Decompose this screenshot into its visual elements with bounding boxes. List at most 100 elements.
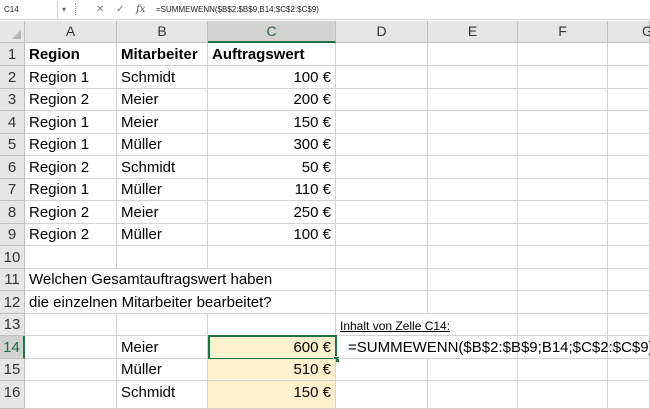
cell-d4[interactable] <box>336 111 428 134</box>
cell-e8[interactable] <box>428 201 518 224</box>
cell-a14[interactable] <box>25 336 117 359</box>
row-header-8[interactable]: 8 <box>0 201 25 224</box>
cell-a7[interactable]: Region 1 <box>25 179 117 201</box>
cell-d13[interactable]: Inhalt von Zelle C14: <box>336 314 450 336</box>
cell-g7[interactable] <box>608 179 650 201</box>
cell-a9[interactable]: Region 2 <box>25 224 117 246</box>
cell-c15[interactable]: 510 € <box>208 359 336 381</box>
cell-g15[interactable] <box>608 359 650 381</box>
row-header-2[interactable]: 2 <box>0 66 25 89</box>
cell-c13[interactable] <box>208 314 336 336</box>
row-header-10[interactable]: 10 <box>0 246 25 269</box>
cell-a15[interactable] <box>25 359 117 381</box>
cell-b15[interactable]: Müller <box>117 359 208 381</box>
cell-g13[interactable] <box>608 314 650 336</box>
insert-function-icon[interactable]: fx <box>136 2 145 17</box>
row-header-1[interactable]: 1 <box>0 43 25 66</box>
cancel-icon[interactable]: ✕ <box>96 2 104 17</box>
row-header-5[interactable]: 5 <box>0 134 25 156</box>
cell-g9[interactable] <box>608 224 650 246</box>
cell-g11[interactable] <box>608 269 650 291</box>
cell-b6[interactable]: Schmidt <box>117 156 208 179</box>
cell-b14[interactable]: Meier <box>117 336 208 359</box>
column-header-a[interactable]: A <box>25 21 117 43</box>
cell-b1[interactable]: Mitarbeiter <box>117 43 208 66</box>
cell-c7[interactable]: 110 € <box>208 179 336 201</box>
cell-e1[interactable] <box>428 43 518 66</box>
cell-f8[interactable] <box>518 201 608 224</box>
cell-f7[interactable] <box>518 179 608 201</box>
cell-g1[interactable] <box>608 43 650 66</box>
cell-g2[interactable] <box>608 66 650 89</box>
column-header-c[interactable]: C <box>208 21 336 43</box>
cell-b8[interactable]: Meier <box>117 201 208 224</box>
cell-f10[interactable] <box>518 246 608 269</box>
cell-c4[interactable]: 150 € <box>208 111 336 134</box>
cell-d10[interactable] <box>336 246 428 269</box>
cell-f13[interactable] <box>518 314 608 336</box>
cell-g3[interactable] <box>608 89 650 111</box>
cell-g6[interactable] <box>608 156 650 179</box>
column-header-d[interactable]: D <box>336 21 428 43</box>
cell-f15[interactable] <box>518 359 608 381</box>
cell-a12[interactable]: die einzelnen Mitarbeiter bearbeitet? <box>25 291 336 314</box>
cell-d11[interactable] <box>336 269 428 291</box>
cell-d2[interactable] <box>336 66 428 89</box>
cell-d6[interactable] <box>336 156 428 179</box>
cell-e10[interactable] <box>428 246 518 269</box>
cell-e15[interactable] <box>428 359 518 381</box>
cell-c8[interactable]: 250 € <box>208 201 336 224</box>
cell-d12[interactable] <box>336 291 428 314</box>
cell-b7[interactable]: Müller <box>117 179 208 201</box>
cell-c1[interactable]: Auftragswert <box>208 43 336 66</box>
chevron-down-icon[interactable]: ▾ <box>62 2 66 17</box>
column-header-g[interactable]: G <box>608 21 650 43</box>
cell-a11[interactable]: Welchen Gesamtauftragswert haben <box>25 269 336 291</box>
row-header-7[interactable]: 7 <box>0 179 25 201</box>
cell-f2[interactable] <box>518 66 608 89</box>
cell-d8[interactable] <box>336 201 428 224</box>
cell-c6[interactable]: 50 € <box>208 156 336 179</box>
cell-b3[interactable]: Meier <box>117 89 208 111</box>
cell-e5[interactable] <box>428 134 518 156</box>
cell-d14[interactable]: =SUMMEWENN($B$2:$B$9;B14;$C$2:$C$9) <box>338 336 650 359</box>
cell-f1[interactable] <box>518 43 608 66</box>
cell-f4[interactable] <box>518 111 608 134</box>
cell-c14[interactable]: 600 € <box>208 335 337 360</box>
cell-e12[interactable] <box>428 291 518 314</box>
cell-c10[interactable] <box>208 246 336 269</box>
row-header-13[interactable]: 13 <box>0 314 25 336</box>
row-header-4[interactable]: 4 <box>0 111 25 134</box>
cell-a6[interactable]: Region 2 <box>25 156 117 179</box>
cell-d16[interactable] <box>336 381 428 409</box>
cell-b2[interactable]: Schmidt <box>117 66 208 89</box>
formula-input[interactable]: =SUMMEWENN($B$2:$B$9;B14;$C$2:$C$9) <box>156 1 319 18</box>
row-header-16[interactable]: 16 <box>0 381 25 409</box>
cell-b13[interactable] <box>117 314 208 336</box>
select-all-button[interactable] <box>0 21 25 43</box>
cell-f6[interactable] <box>518 156 608 179</box>
row-header-15[interactable]: 15 <box>0 359 25 381</box>
cell-g12[interactable] <box>608 291 650 314</box>
column-header-b[interactable]: B <box>117 21 208 43</box>
cell-g16[interactable] <box>608 381 650 409</box>
cell-e9[interactable] <box>428 224 518 246</box>
row-header-9[interactable]: 9 <box>0 224 25 246</box>
column-header-f[interactable]: F <box>518 21 608 43</box>
cell-e11[interactable] <box>428 269 518 291</box>
cell-d3[interactable] <box>336 89 428 111</box>
row-header-3[interactable]: 3 <box>0 89 25 111</box>
cell-e4[interactable] <box>428 111 518 134</box>
cell-d5[interactable] <box>336 134 428 156</box>
cell-f11[interactable] <box>518 269 608 291</box>
cell-a13[interactable] <box>25 314 117 336</box>
cell-f5[interactable] <box>518 134 608 156</box>
cell-a2[interactable]: Region 1 <box>25 66 117 89</box>
cell-f16[interactable] <box>518 381 608 409</box>
cell-a10[interactable] <box>25 246 117 269</box>
cell-g10[interactable] <box>608 246 650 269</box>
cell-b10[interactable] <box>117 246 208 269</box>
cell-f9[interactable] <box>518 224 608 246</box>
cell-a8[interactable]: Region 2 <box>25 201 117 224</box>
cell-g5[interactable] <box>608 134 650 156</box>
